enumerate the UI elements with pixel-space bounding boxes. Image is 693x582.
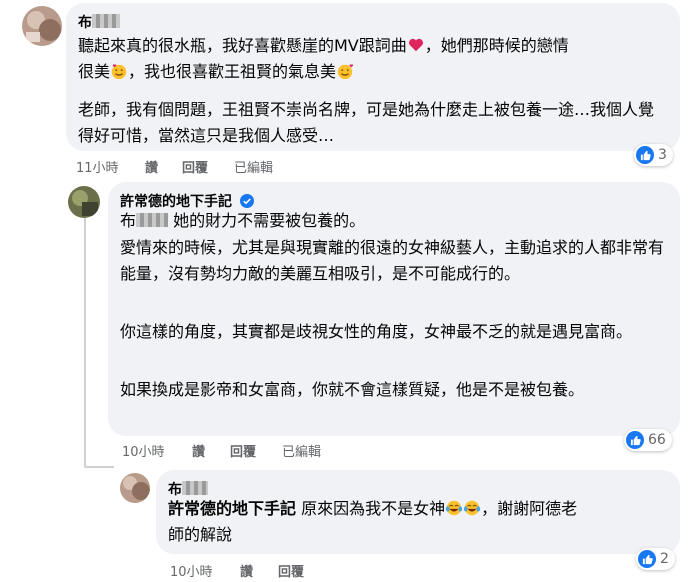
reply-button[interactable]: 回覆	[182, 157, 208, 176]
mention-link[interactable]: 許常德的地下手記	[168, 499, 296, 518]
timestamp[interactable]: 10小時	[170, 561, 213, 580]
timestamp[interactable]: 11小時	[76, 157, 119, 176]
tears-of-joy-emoji-icon	[464, 500, 481, 516]
comment-bubble: 布 許常德的地下手記 原來因為我不是女神 ，謝謝阿德老 師的解說	[156, 470, 680, 554]
like-icon	[636, 146, 654, 164]
comment-text: 如果換成是影帝和女富商，你就不會這樣質疑，他是不是被包養。	[120, 380, 585, 399]
avatar[interactable]	[120, 473, 150, 503]
reply-button[interactable]: 回覆	[230, 441, 256, 460]
timestamp[interactable]: 10小時	[122, 441, 165, 460]
comment-actions: 10小時 讚 回覆	[170, 561, 370, 580]
edited-label: 已編輯	[234, 161, 274, 176]
blurred-name	[182, 481, 208, 495]
reply-button[interactable]: 回覆	[278, 561, 304, 580]
edited-label: 已編輯	[282, 445, 322, 460]
comment-text: 布 她的財力不需要被包養的。	[120, 211, 366, 230]
comment-text: 聽起來真的很水瓶，我好喜歡懸崖的MV跟詞曲 ，她們那時候的戀情 很美 ，我也很喜歡王祖…	[78, 36, 569, 81]
reaction-count[interactable]: 66	[624, 429, 672, 451]
tears-of-joy-emoji-icon	[446, 500, 463, 516]
thread-line	[84, 216, 86, 466]
avatar[interactable]	[22, 6, 62, 46]
reaction-count[interactable]: 3	[634, 144, 673, 166]
smiling-hearts-emoji-icon	[111, 64, 127, 80]
comment-bubble: 許常德的地下手記 布 她的財力不需要被包養的。 愛情來的時候，尤其是與現實離的很…	[108, 182, 680, 436]
like-icon	[626, 431, 644, 449]
comment-author[interactable]: 布	[78, 12, 120, 32]
comment-text: 你這樣的角度，其實都是歧視女性的角度，女神最不乏的就是遇見富商。	[120, 322, 633, 341]
comment-bubble: 布 聽起來真的很水瓶，我好喜歡懸崖的MV跟詞曲 ，她們那時候的戀情 很美 ，我也很喜歡…	[66, 3, 680, 151]
heart-emoji-icon	[408, 38, 423, 52]
comment-actions: 10小時 讚 回覆 已編輯	[122, 441, 422, 460]
like-button[interactable]: 讚	[192, 441, 205, 460]
thread-line-branch	[84, 466, 114, 468]
comment-actions: 11小時 讚 回覆 已編輯	[76, 157, 376, 176]
smiling-hearts-emoji-icon	[337, 64, 354, 80]
like-button[interactable]: 讚	[145, 157, 158, 176]
like-icon	[638, 550, 656, 568]
blurred-name	[92, 14, 120, 28]
like-button[interactable]: 讚	[240, 561, 253, 580]
blurred-mention	[136, 213, 169, 227]
reaction-count[interactable]: 2	[636, 548, 675, 570]
verified-badge-icon	[239, 194, 254, 208]
comment-text: 許常德的地下手記 原來因為我不是女神 ，謝謝阿德老 師的解說	[168, 499, 578, 544]
avatar[interactable]	[68, 186, 100, 218]
comment-text: 愛情來的時候，尤其是與現實離的很遠的女神級藝人，主動追求的人都非常有能量，沒有勢…	[120, 238, 665, 283]
comment-text: 老師，我有個問題，王祖賢不崇尚名牌，可是她為什麼走上被包養一途…我個人覺得好可惜…	[78, 100, 655, 145]
